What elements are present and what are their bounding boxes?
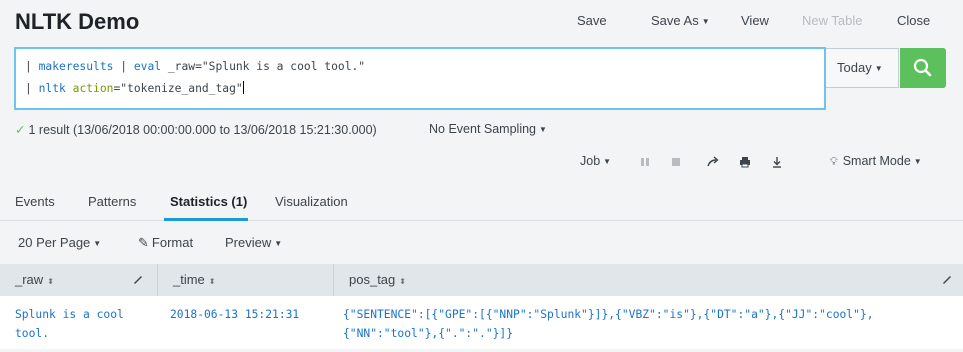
- tab-statistics[interactable]: Statistics (1): [170, 194, 247, 209]
- save-as-label: Save As: [651, 13, 699, 28]
- close-button[interactable]: Close: [897, 13, 930, 28]
- argument-action: action: [72, 82, 114, 95]
- table-toolbar: 20 Per Page ▼ ✎ Format Preview ▼: [0, 222, 963, 263]
- cell-raw[interactable]: Splunk is a cool tool.: [15, 305, 150, 343]
- result-status: ✓ 1 result (13/06/2018 00:00:00.000 to 13…: [15, 122, 377, 137]
- event-sampling-label: No Event Sampling: [429, 122, 537, 136]
- cell-pos-tag[interactable]: {"SENTENCE":[{"GPE":[{"NNP":"Splunk"}]},…: [343, 305, 953, 343]
- edit-column-icon[interactable]: [941, 273, 953, 285]
- command-nltk: nltk: [38, 82, 66, 95]
- column-header-pos-tag[interactable]: pos_tag ⬍: [333, 264, 963, 296]
- sort-icon: ⬍: [208, 277, 216, 286]
- new-table-button: New Table: [802, 13, 863, 28]
- view-button[interactable]: View: [741, 13, 769, 28]
- search-button[interactable]: [900, 48, 946, 88]
- caret-down-icon: ▼: [701, 17, 710, 26]
- eval-expression: _raw="Splunk is a cool tool.": [161, 60, 366, 73]
- search-icon: [913, 58, 932, 77]
- caret-down-icon: ▼: [539, 125, 547, 134]
- job-label: Job: [580, 154, 601, 168]
- stop-icon[interactable]: [668, 154, 684, 170]
- per-page-label: 20 Per Page: [18, 235, 91, 250]
- column-header-time[interactable]: _time ⬍: [157, 264, 333, 296]
- search-line-1: | makeresults | eval _raw="Splunk is a c…: [25, 60, 365, 73]
- save-as-button[interactable]: Save As ▼: [651, 13, 710, 28]
- time-range-label: Today: [837, 60, 872, 75]
- search-mode-dropdown[interactable]: 💡︎ Smart Mode ▼: [830, 154, 922, 169]
- column-label: _raw: [15, 272, 44, 287]
- result-summary: 1 result (13/06/2018 00:00:00.000 to 13/…: [28, 123, 377, 137]
- pipe-symbol: |: [25, 82, 39, 95]
- page-title: NLTK Demo: [15, 9, 140, 34]
- column-label: pos_tag: [349, 272, 396, 287]
- results-tabs: Events Patterns Statistics (1) Visualiza…: [0, 184, 963, 221]
- caret-down-icon: ▼: [603, 157, 612, 166]
- job-menu[interactable]: Job ▼: [580, 154, 611, 168]
- tab-events[interactable]: Events: [15, 194, 55, 209]
- caret-down-icon: ▼: [93, 239, 102, 248]
- sort-icon: ⬍: [47, 277, 54, 286]
- event-sampling-dropdown[interactable]: No Event Sampling ▼: [429, 122, 547, 136]
- checkmark-icon: ✓: [15, 123, 26, 137]
- format-label: Format: [151, 235, 194, 250]
- argument-value: ="tokenize_and_tag": [113, 82, 243, 95]
- sort-icon: ⬍: [399, 277, 406, 286]
- column-header-raw[interactable]: _raw ⬍: [0, 264, 157, 296]
- pencil-icon: ✎: [138, 235, 149, 250]
- tab-patterns[interactable]: Patterns: [88, 194, 136, 209]
- cell-time[interactable]: 2018-06-13 15:21:31: [170, 305, 330, 324]
- print-icon[interactable]: [737, 154, 753, 170]
- text-cursor: [242, 81, 244, 94]
- per-page-dropdown[interactable]: 20 Per Page ▼: [18, 235, 101, 250]
- table-header: _raw ⬍ _time ⬍ pos_tag ⬍: [0, 264, 963, 296]
- command-eval: eval: [133, 60, 162, 73]
- preview-dropdown[interactable]: Preview ▼: [225, 235, 282, 250]
- command-makeresults: makeresults: [38, 60, 114, 73]
- caret-down-icon: ▼: [913, 157, 922, 166]
- pipe-symbol: |: [25, 60, 39, 73]
- bulb-icon: 💡︎: [830, 156, 838, 168]
- column-label: _time: [173, 272, 205, 287]
- pipe-separator: |: [113, 60, 134, 73]
- tab-visualization[interactable]: Visualization: [275, 194, 348, 209]
- pause-icon[interactable]: [637, 154, 653, 170]
- edit-column-icon[interactable]: [132, 273, 144, 285]
- search-line-2: | nltk action="tokenize_and_tag": [25, 81, 244, 95]
- caret-down-icon: ▼: [874, 64, 883, 73]
- preview-label: Preview: [225, 235, 272, 250]
- share-icon[interactable]: [705, 154, 721, 170]
- time-range-picker[interactable]: Today ▼: [826, 48, 899, 88]
- search-input[interactable]: | makeresults | eval _raw="Splunk is a c…: [14, 47, 826, 110]
- export-icon[interactable]: [769, 154, 785, 170]
- search-mode-label: Smart Mode: [842, 154, 911, 168]
- format-button[interactable]: ✎ Format: [138, 235, 193, 251]
- save-button[interactable]: Save: [577, 13, 607, 28]
- table-row: Splunk is a cool tool. 2018-06-13 15:21:…: [0, 296, 963, 349]
- caret-down-icon: ▼: [274, 239, 283, 248]
- active-tab-indicator: [164, 218, 248, 221]
